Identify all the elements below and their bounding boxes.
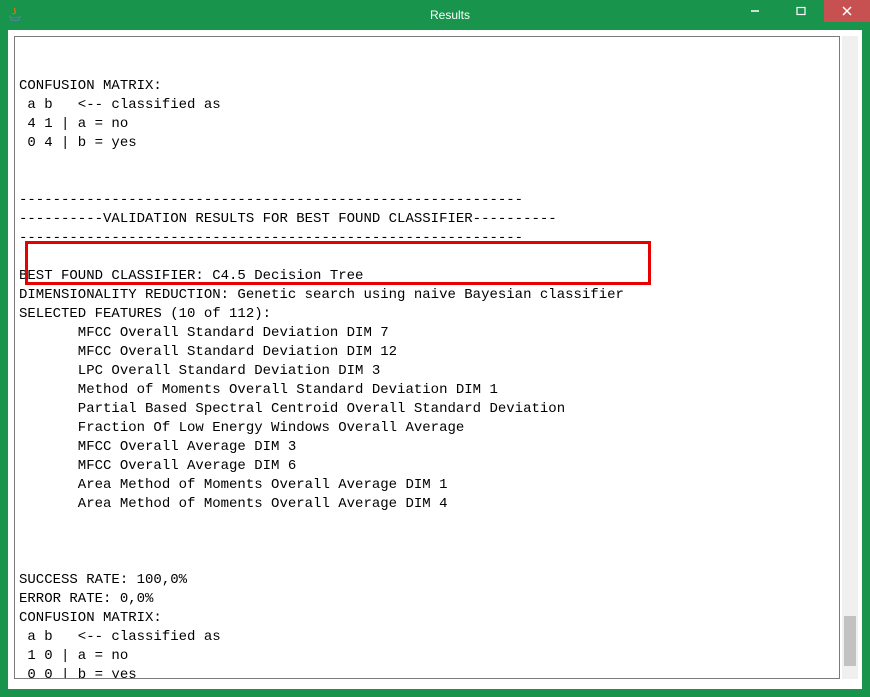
minimize-button[interactable] — [732, 0, 778, 22]
text-output-frame: CONFUSION MATRIX: a b <-- classified as … — [14, 36, 840, 679]
client-area: CONFUSION MATRIX: a b <-- classified as … — [8, 30, 862, 689]
results-text: CONFUSION MATRIX: a b <-- classified as … — [15, 37, 839, 679]
maximize-button[interactable] — [778, 0, 824, 22]
titlebar[interactable]: Results — [0, 0, 870, 30]
window-controls — [732, 0, 870, 22]
results-window: Results CONFUSION MATRIX: a b <-- classi… — [0, 0, 870, 697]
scroll-thumb[interactable] — [844, 616, 856, 666]
minimize-icon — [750, 6, 760, 16]
java-icon — [7, 7, 23, 23]
close-button[interactable] — [824, 0, 870, 22]
close-icon — [842, 6, 852, 16]
vertical-scrollbar[interactable] — [842, 36, 858, 679]
java-app-icon — [0, 0, 30, 30]
maximize-icon — [796, 6, 806, 16]
